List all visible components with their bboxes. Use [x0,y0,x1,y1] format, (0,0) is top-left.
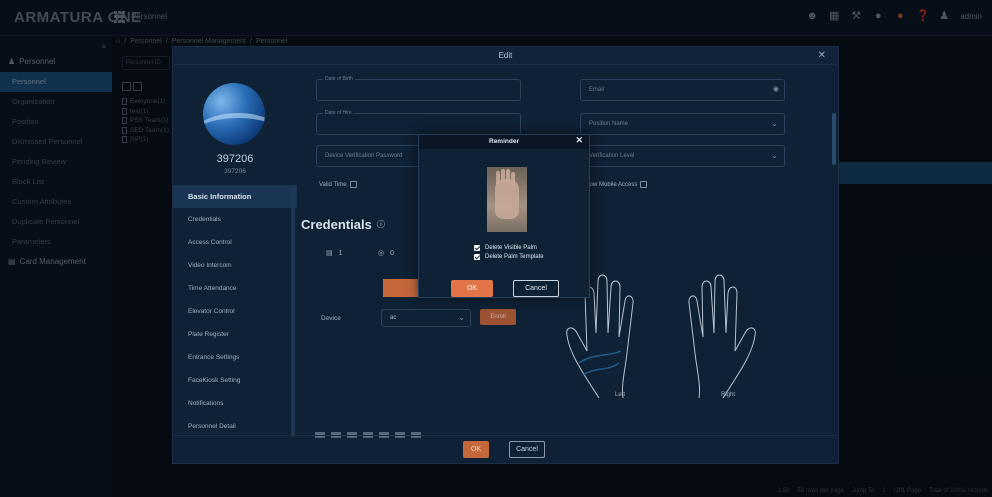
position-select[interactable]: Position Name ⌄ [580,113,785,135]
face-icon: ◎ [378,250,385,257]
mobile-access-checkbox[interactable]: Allow Mobile Access [583,181,648,188]
delete-palm-template-checkbox[interactable]: Delete Palm Template [474,254,544,260]
palm-photo [487,167,527,232]
card-count[interactable]: ▤ 1 [326,249,343,258]
face-count[interactable]: ◎ 0 [378,249,394,258]
eye-icon[interactable]: ◉ [773,85,779,93]
email-field[interactable]: Email ◉ [580,79,785,101]
device-label: Device [321,315,341,322]
info-icon[interactable]: ⓘ [377,219,385,230]
modal-footer: OK Cancel [173,435,838,463]
tab-basic-info[interactable]: Basic Information [173,185,297,208]
tab-entrance-settings[interactable]: Entrance Settings [173,346,297,369]
tab-video-intercom[interactable]: Video Intercom [173,254,297,277]
device-select[interactable]: ac ⌄ [381,309,471,327]
reminder-dialog: Reminder ✕ Delete Visible Palm Delete Pa… [418,134,590,298]
chevron-down-icon: ⌄ [771,151,778,160]
tab-credentials[interactable]: Credentials [173,208,297,231]
tab-facekiosk[interactable]: FaceKiosk Setting [173,369,297,392]
tab-plate-register[interactable]: Plate Register [173,323,297,346]
tab-access-control[interactable]: Access Control [173,231,297,254]
right-hand-label: Right [721,392,736,398]
enroll-button[interactable]: Enroll [480,309,516,325]
left-hand-label: Left [615,392,626,398]
right-hand-outline [688,274,756,399]
tabs-scrollbar[interactable] [291,185,295,437]
ok-button[interactable]: OK [463,441,489,458]
reminder-title: Reminder [419,135,589,149]
person-pin: 397206 [224,168,246,175]
tab-elevator-control[interactable]: Elevator Control [173,300,297,323]
palm-diagram [566,274,756,399]
palm-line [578,350,622,364]
date-of-hire-field[interactable]: Date of Hire [316,110,521,135]
close-icon[interactable]: ✕ [818,50,826,61]
verification-level-select[interactable]: Verification Level ⌄ [580,145,785,167]
chevron-down-icon: ⌄ [771,119,778,128]
cancel-button[interactable]: Cancel [509,441,545,458]
valid-time-checkbox[interactable]: Valid Time [319,181,357,188]
card-icon: ▤ [326,250,333,257]
modal-title: Edit [173,47,838,65]
chevron-down-icon: ⌄ [458,313,465,322]
delete-visible-palm-checkbox[interactable]: Delete Visible Palm [474,245,537,251]
person-id: 397206 [216,153,254,165]
credential-action-button[interactable] [383,279,419,297]
tab-time-attendance[interactable]: Time Attendance [173,277,297,300]
tab-notifications[interactable]: Notifications [173,392,297,415]
edit-tabs: Basic Information Credentials Access Con… [173,185,297,438]
reminder-cancel-button[interactable]: Cancel [513,280,559,297]
close-icon[interactable]: ✕ [575,135,583,146]
date-of-birth-field[interactable]: Date of Birth [316,76,521,101]
avatar[interactable] [203,83,265,145]
palm-line [582,362,620,376]
reminder-ok-button[interactable]: OK [451,280,493,297]
credentials-title: Credentials ⓘ [301,217,385,232]
modal-scrollbar[interactable] [832,113,836,165]
